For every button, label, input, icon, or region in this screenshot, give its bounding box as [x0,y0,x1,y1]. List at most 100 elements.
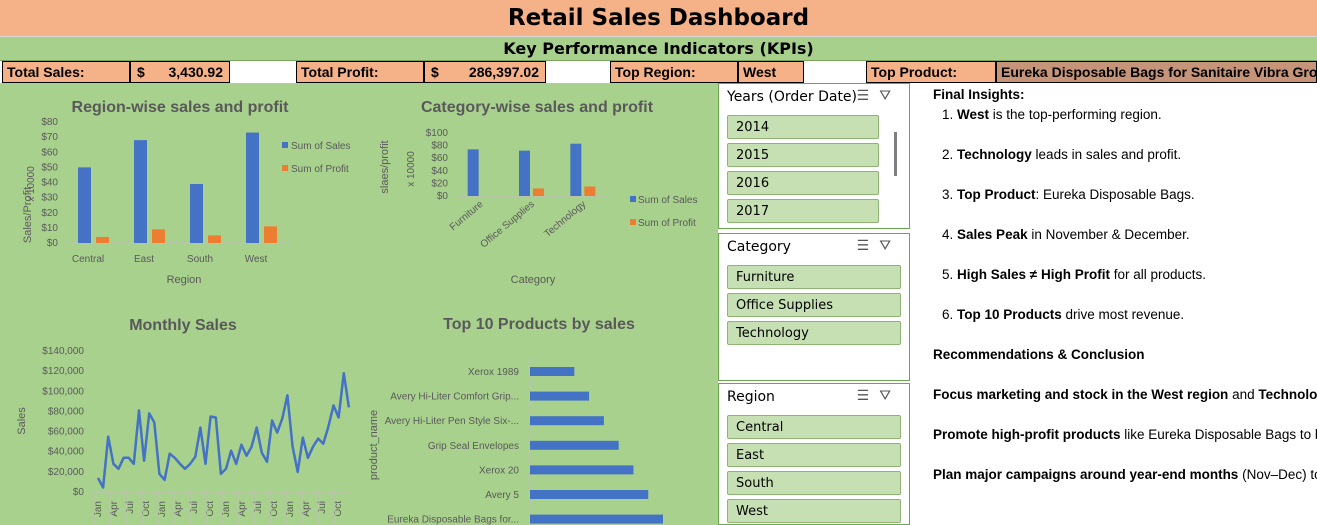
y-tick-label: $80 [431,141,448,152]
legend-label: Sum of Sales [291,141,350,152]
top-product-value-cell[interactable]: Eureka Disposable Bags for Sanitaire Vib… [996,61,1317,83]
y-tick-label: $40 [41,178,58,189]
multi-select-icon[interactable]: ☰ [857,388,880,404]
multi-select-icon[interactable]: ☰ [857,88,880,104]
legend-swatch [630,196,636,202]
y-tick-label: $20 [431,178,448,189]
monthly-sales-chart[interactable]: Monthly Sales $0 $20,000 $40,000 $60,000 $80,… [0,303,360,525]
product-label: Avery 5 [485,490,519,501]
top-region-label-cell[interactable]: Top Region: [610,61,738,83]
clear-filter-icon[interactable]: ⛛ [879,238,901,254]
y-tick-label: $10 [41,223,58,234]
multi-select-icon[interactable]: ☰ [857,238,880,254]
y-tick-label: $120,000 [42,366,84,377]
insight-4: 4. Sales Peak in November & December. [942,227,1190,242]
slicer-item-west[interactable]: West [727,499,901,523]
total-profit-value-cell[interactable]: $286,397.02 [424,61,546,83]
y-tick-label: $20,000 [48,467,85,478]
insight-6: 6. Top 10 Products drive most revenue. [942,307,1185,322]
recommendations-heading: Recommendations & Conclusion [933,347,1145,362]
top-region-value: West [743,64,777,80]
bar-east-profit [152,229,165,243]
insight-5: 5. High Sales ≠ High Profit for all prod… [942,267,1207,282]
total-profit-label-cell[interactable]: Total Profit: [296,61,424,83]
insights-heading: Final Insights: [933,87,1025,102]
slicer-item-south[interactable]: South [727,471,901,495]
total-sales-value: 3,430.92 [168,64,224,80]
x-tick-label: West [245,254,268,265]
slicer-item-2015[interactable]: 2015 [727,143,879,167]
category-slicer-header: Category ☰⛛ [719,234,909,260]
total-sales-currency: $ [137,64,145,80]
y-tick-label: $100 [426,128,449,139]
product-bar [530,490,649,499]
product-label: Avery Hi-Liter Pen Style Six-... [385,416,519,427]
chart-title: Category-wise sales and profit [421,99,654,116]
product-bar [530,440,619,450]
category-slicer[interactable]: Category ☰⛛ Furniture Office Supplies Te… [718,233,910,381]
slicer-item-furniture[interactable]: Furniture [727,265,901,289]
slicer-item-technology[interactable]: Technology [727,321,901,345]
y-tick-label: $100,000 [42,386,84,397]
region-chart[interactable]: Region-wise sales and profit $0 $10 $20 $30 $… [0,83,360,303]
slicer-item-office-supplies[interactable]: Office Supplies [727,293,901,317]
y-tick-label: $40,000 [48,447,85,458]
y-tick-label: $60 [431,153,448,164]
clear-filter-icon[interactable]: ⛛ [879,88,901,104]
years-slicer-scrollbar[interactable] [894,132,897,176]
chart-title: Top 10 Products by sales [443,316,635,333]
bar-south-sales [190,184,203,243]
category-chart[interactable]: Category-wise sales and profit $0 $20$40 $6… [360,83,718,303]
product-bar [530,416,604,426]
y-axis-title: slaes/profit [379,140,391,193]
product-label: Xerox 20 [479,465,519,476]
insight-1: 1. West is the top-performing region. [942,107,1162,122]
y-tick-label: $30 [41,193,58,204]
bar-west-profit [264,226,277,243]
region-slicer[interactable]: Region ☰⛛ Central East South West [718,383,910,525]
top-products-chart[interactable]: Top 10 Products by sales product_name Xero… [360,303,718,525]
total-profit-label: Total Profit: [301,64,379,80]
x-axis-title: Category [511,274,556,286]
x-tick-label: Central [72,254,104,265]
dashboard-title: Retail Sales Dashboard [507,5,810,31]
slicer-item-east[interactable]: East [727,443,901,467]
total-sales-label: Total Sales: [7,64,85,80]
slicers-panel: Years (Order Date) ☰⛛ 2014 2015 2016 201… [718,83,910,525]
bar-office-supplies-sales [519,150,530,196]
recommendation-2: Promote high-profit products like Eureka… [933,427,1317,442]
monthly-sales-line [96,371,351,489]
legend-swatch [282,165,288,171]
years-slicer[interactable]: Years (Order Date) ☰⛛ 2014 2015 2016 201… [718,83,910,229]
top-product-label-cell[interactable]: Top Product: [866,61,996,83]
region-slicer-header: Region ☰⛛ [719,384,909,410]
x-axis-title: Region [167,274,202,286]
slicer-item-2017[interactable]: 2017 [727,199,879,223]
legend-label: Sum of Sales [638,195,697,206]
top-product-label: Top Product: [871,64,958,80]
recommendation-1: Focus marketing and stock in the West re… [933,387,1317,402]
kpi-row: Total Sales: $3,430.92 Total Profit: $28… [0,61,1317,83]
bar-office-supplies-profit [533,188,544,196]
top-product-value: Eureka Disposable Bags for Sanitaire Vib… [1001,64,1317,80]
chart-title: Monthly Sales [129,317,237,334]
bar-west-sales [246,132,259,243]
x-tick-label: Office Supplies [478,199,536,251]
y-tick-label: $0 [437,191,449,202]
clear-filter-icon[interactable]: ⛛ [879,388,901,404]
years-slicer-header: Years (Order Date) ☰⛛ [719,84,909,110]
legend-swatch [630,219,636,225]
slicer-item-central[interactable]: Central [727,415,901,439]
bar-furniture-sales [467,149,479,196]
top-region-value-cell[interactable]: West [738,61,804,83]
total-sales-value-cell[interactable]: $3,430.92 [130,61,230,83]
bar-technology-sales [570,143,582,196]
legend-label: Sum of Profit [638,218,696,229]
total-sales-label-cell[interactable]: Total Sales: [2,61,130,83]
y-tick-label: $40 [431,166,448,177]
slicer-item-2014[interactable]: 2014 [727,115,879,139]
category-slicer-title: Category [727,239,791,255]
bar-central-sales [78,167,91,243]
y-tick-label: $70 [41,132,58,143]
slicer-item-2016[interactable]: 2016 [727,171,879,195]
